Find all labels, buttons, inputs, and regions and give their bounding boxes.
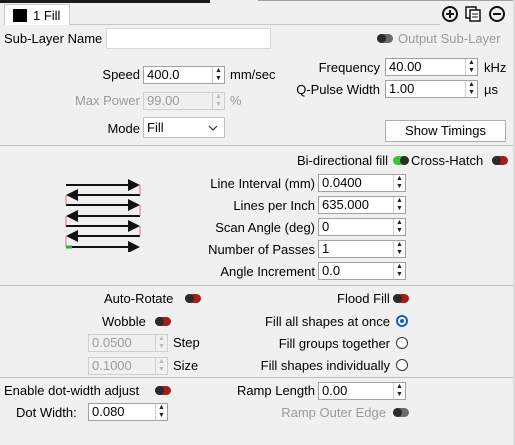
lines-per-inch-value: 635.000 xyxy=(322,197,369,212)
qpulse-input[interactable]: 1.00 ▲ ▼ xyxy=(385,80,478,98)
max-power-input: 99.00 ▲ ▼ xyxy=(143,92,225,110)
speed-spinner[interactable]: ▲ ▼ xyxy=(212,67,224,83)
dot-width-adjust-toggle[interactable] xyxy=(155,386,171,395)
ramp-outer-edge-toggle[interactable] xyxy=(393,408,409,417)
fill-option-label: Fill groups together xyxy=(278,336,390,351)
dot-width-input[interactable]: 0.080 ▲ ▼ xyxy=(88,403,168,421)
dot-width-label: Dot Width: xyxy=(16,405,77,420)
speed-value: 400.0 xyxy=(147,67,180,82)
fill-groups-together-radio[interactable] xyxy=(396,337,408,349)
max-power-spinner: ▲ ▼ xyxy=(212,93,224,109)
ramp-length-label: Ramp Length xyxy=(236,383,315,398)
output-sublayer-label: Output Sub-Layer xyxy=(398,31,501,46)
passes-value: 1 xyxy=(322,241,330,256)
remove-sublayer-icon[interactable] xyxy=(489,6,505,22)
sublayer-name-label: Sub-Layer Name xyxy=(4,31,103,46)
show-timings-label: Show Timings xyxy=(405,123,486,138)
line-interval-spinner[interactable]: ▲ ▼ xyxy=(393,175,405,191)
lines-per-inch-input[interactable]: 635.000 ▲ ▼ xyxy=(318,196,406,214)
divider-3 xyxy=(0,377,513,378)
passes-input[interactable]: 1 ▲ ▼ xyxy=(318,240,406,258)
dot-width-spinner[interactable]: ▲ ▼ xyxy=(155,404,167,420)
add-sublayer-icon[interactable] xyxy=(442,6,458,22)
angle-increment-value: 0.0 xyxy=(322,263,341,278)
crosshatch-label: Cross-Hatch xyxy=(411,153,484,168)
lines-per-inch-spinner[interactable]: ▲ ▼ xyxy=(393,197,405,213)
copy-sublayer-icon[interactable] xyxy=(465,6,481,22)
sublayer-name-input[interactable] xyxy=(106,28,271,49)
wobble-step-input: 0.0500 ▲ ▼ xyxy=(88,334,168,352)
angle-increment-spinner[interactable]: ▲ ▼ xyxy=(393,263,405,279)
fill-option-label: Fill shapes individually xyxy=(260,358,390,373)
fill-shapes-individually-radio[interactable] xyxy=(396,359,408,371)
top-accent-bar xyxy=(0,0,210,3)
crosshatch-toggle[interactable] xyxy=(492,156,508,165)
frequency-input[interactable]: 40.00 ▲ ▼ xyxy=(385,58,478,76)
wobble-size-spinner: ▲ ▼ xyxy=(155,358,167,374)
frequency-value: 40.00 xyxy=(389,59,422,74)
wobble-toggle[interactable] xyxy=(155,317,171,326)
flood-fill-label: Flood Fill xyxy=(337,291,390,306)
line-interval-value: 0.0400 xyxy=(322,175,362,190)
mode-select[interactable]: Fill xyxy=(143,117,225,138)
ramp-length-spinner[interactable]: ▲ ▼ xyxy=(393,383,405,399)
mode-value: Fill xyxy=(147,120,164,135)
tab-strip-underline xyxy=(70,24,440,25)
output-sublayer-toggle[interactable] xyxy=(377,34,393,43)
passes-label: Number of Passes xyxy=(208,242,315,257)
qpulse-value: 1.00 xyxy=(389,81,415,96)
line-interval-input[interactable]: 0.0400 ▲ ▼ xyxy=(318,174,406,192)
wobble-step-label: Step xyxy=(173,335,200,350)
passes-spinner[interactable]: ▲ ▼ xyxy=(393,241,405,257)
mode-label: Mode xyxy=(107,121,140,136)
frequency-unit: kHz xyxy=(484,60,507,75)
ramp-outer-edge-label: Ramp Outer Edge xyxy=(281,405,386,420)
auto-rotate-label: Auto-Rotate xyxy=(104,291,174,306)
max-power-label: Max Power xyxy=(74,93,140,108)
divider-1 xyxy=(0,145,513,146)
angle-increment-input[interactable]: 0.0 ▲ ▼ xyxy=(318,262,406,280)
scan-angle-input[interactable]: 0 ▲ ▼ xyxy=(318,218,406,236)
dot-width-adjust-label: Enable dot-width adjust xyxy=(4,383,140,398)
bidirectional-label: Bi-directional fill xyxy=(297,153,389,168)
max-power-value: 99.00 xyxy=(147,93,180,108)
bidirectional-toggle[interactable] xyxy=(393,156,409,165)
scan-angle-label: Scan Angle (deg) xyxy=(215,220,315,235)
fill-pattern-preview xyxy=(65,179,141,252)
fill-option-label: Fill all shapes at once xyxy=(264,314,390,329)
scan-angle-spinner[interactable]: ▲ ▼ xyxy=(393,219,405,235)
angle-increment-label: Angle Increment xyxy=(220,264,315,279)
show-timings-button[interactable]: Show Timings xyxy=(385,120,506,142)
max-power-unit: % xyxy=(230,93,242,108)
tab-strip-line xyxy=(258,0,515,1)
scan-angle-value: 0 xyxy=(322,219,330,234)
wobble-label: Wobble xyxy=(102,314,146,329)
tab-1-fill[interactable]: 1 Fill xyxy=(4,4,70,25)
frequency-label: Frequency xyxy=(318,60,380,75)
line-interval-label: Line Interval (mm) xyxy=(210,176,315,191)
layer-color-swatch xyxy=(13,9,27,22)
auto-rotate-toggle[interactable] xyxy=(185,294,201,303)
wobble-size-value: 0.1000 xyxy=(92,358,132,373)
wobble-size-input: 0.1000 ▲ ▼ xyxy=(88,357,168,375)
qpulse-unit: µs xyxy=(484,82,498,97)
frequency-spinner[interactable]: ▲ ▼ xyxy=(465,59,477,75)
dot-width-value: 0.080 xyxy=(92,404,125,419)
speed-unit: mm/sec xyxy=(230,67,276,82)
chevron-down-icon xyxy=(208,125,218,131)
flood-fill-toggle[interactable] xyxy=(393,294,409,303)
wobble-step-value: 0.0500 xyxy=(92,335,132,350)
speed-label: Speed xyxy=(102,67,140,82)
tab-label: 1 Fill xyxy=(33,8,61,23)
speed-input[interactable]: 400.0 ▲ ▼ xyxy=(143,66,225,84)
fill-all-at-once-radio[interactable] xyxy=(396,315,408,327)
wobble-size-label: Size xyxy=(173,358,199,373)
ramp-length-input[interactable]: 0.00 ▲ ▼ xyxy=(318,382,406,400)
qpulse-spinner[interactable]: ▲ ▼ xyxy=(465,81,477,97)
qpulse-label: Q-Pulse Width xyxy=(296,82,380,97)
lines-per-inch-label: Lines per Inch xyxy=(233,198,315,213)
ramp-length-value: 0.00 xyxy=(322,383,348,398)
wobble-step-spinner: ▲ ▼ xyxy=(155,335,167,351)
divider-2 xyxy=(0,285,513,286)
